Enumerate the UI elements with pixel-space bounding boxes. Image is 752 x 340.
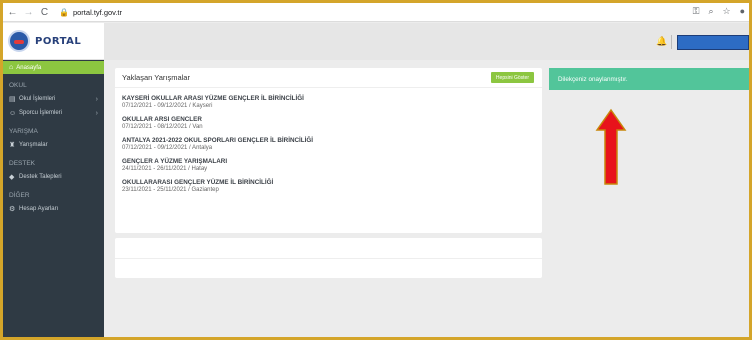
sidebar-item-hesap-ayarlari[interactable]: ⚙ Hesap Ayarları [3,202,104,216]
screenshot-frame: ← → C 🔒 portal.tyf.gov.tr ⚿ ⌕ ☆ ● PORTAL… [3,3,749,337]
settings-icon: ⚙ [9,205,16,213]
secondary-card [115,238,542,278]
competition-name[interactable]: ANTALYA 2021-2022 OKUL SPORLARI GENÇLER … [122,137,542,145]
upcoming-competitions-card: Yaklaşan Yarışmalar Hepsini Göster KAYSE… [115,68,542,233]
competition-name[interactable]: GENÇLER A YÜZME YARIŞMALARI [122,158,542,166]
competition-details: 07/12/2021 - 08/12/2021 / Van [122,124,203,130]
list-item[interactable]: ANTALYA 2021-2022 OKUL SPORLARI GENÇLER … [122,137,542,153]
competition-details: 07/12/2021 - 09/12/2021 / Kayseri [122,103,213,109]
competition-name[interactable]: OKULLAR ARSI GENCLER [122,116,542,124]
sidebar-item-label: Yarışmalar [19,142,48,148]
list-item[interactable]: KAYSERİ OKULLAR ARASI YÜZME GENÇLER İL B… [122,95,542,111]
support-icon: ◆ [9,173,15,181]
arrow-right-icon[interactable]: → [22,6,35,19]
sidebar-section-okul: OKUL [9,82,27,89]
browser-toolbar: ← → C 🔒 portal.tyf.gov.tr ⚿ ⌕ ☆ ● [3,3,749,22]
user-icon: ☺ [9,109,17,117]
header-divider [671,35,672,49]
list-item[interactable]: OKULLAR ARSI GENCLER 07/12/2021 - 08/12/… [122,116,542,132]
lock-icon: 🔒 [59,7,69,17]
browser-actions: ⚿ ⌕ ☆ ● [693,6,745,17]
top-header: 🔔 [104,23,749,60]
logo-emblem-icon [8,30,30,52]
trophy-icon: ♜ [9,141,16,149]
sidebar-item-label: Destek Talepleri [19,174,62,180]
bell-icon[interactable]: 🔔 [656,36,667,47]
annotation-arrow-icon [595,108,627,185]
sidebar-section-diger: DİĞER [9,192,30,199]
competition-name[interactable]: KAYSERİ OKULLAR ARASI YÜZME GENÇLER İL B… [122,95,542,103]
zoom-icon[interactable]: ⌕ [708,6,713,17]
sidebar-item-label: Anasayfa [16,64,42,71]
reload-icon[interactable]: C [38,6,51,19]
list-item[interactable]: OKULLARARASI GENÇLER YÜZME İL BİRİNCİLİĞ… [122,179,542,195]
home-icon: ⌂ [9,64,14,71]
competition-name[interactable]: OKULLARARASI GENÇLER YÜZME İL BİRİNCİLİĞ… [122,179,542,187]
key-icon[interactable]: ⚿ [693,6,700,17]
sidebar-item-label: Sporcu İşlemleri [19,110,63,116]
sidebar-item-yarismalar[interactable]: ♜ Yarışmalar [3,138,104,152]
competition-details: 07/12/2021 - 09/12/2021 / Antalya [122,145,213,151]
logo-text: PORTAL [35,35,82,47]
main-content: Yaklaşan Yarışmalar Hepsini Göster KAYSE… [104,60,749,337]
document-icon: ▤ [9,95,16,103]
success-alert: Dilekçeniz onaylanmıştır. [549,68,749,90]
sidebar-item-destek-talepleri[interactable]: ◆ Destek Talepleri [3,170,104,184]
sidebar-item-label: Okul İşlemleri [19,96,56,102]
list-item[interactable]: GENÇLER A YÜZME YARIŞMALARI 24/11/2021 -… [122,158,542,174]
user-menu-redacted[interactable] [677,35,749,50]
star-icon[interactable]: ☆ [722,6,730,17]
competition-list: KAYSERİ OKULLAR ARASI YÜZME GENÇLER İL B… [115,88,542,195]
card-title: Yaklaşan Yarışmalar [115,68,542,88]
chevron-right-icon: › [95,95,98,103]
competition-details: 24/11/2021 - 26/11/2021 / Hatay [122,166,208,172]
show-all-button[interactable]: Hepsini Göster [490,72,534,83]
profile-icon[interactable]: ● [740,6,745,17]
competition-details: 23/11/2021 - 25/11/2021 / Gaziantep [122,187,219,193]
chevron-right-icon: › [95,109,98,117]
sidebar-section-destek: DESTEK [9,160,36,167]
sidebar: PORTAL ⌂ Anasayfa OKUL ▤ Okul İşlemleri … [3,23,104,337]
sidebar-item-anasayfa[interactable]: ⌂ Anasayfa [3,61,104,74]
sidebar-section-yarisma: YARIŞMA [9,128,38,135]
sidebar-item-sporcu-islemleri[interactable]: ☺ Sporcu İşlemleri › [3,106,104,120]
sidebar-item-label: Hesap Ayarları [19,206,59,212]
card-divider [115,258,542,259]
sidebar-item-okul-islemleri[interactable]: ▤ Okul İşlemleri › [3,92,104,106]
address-bar[interactable]: portal.tyf.gov.tr [73,8,122,17]
logo[interactable]: PORTAL [3,23,104,60]
arrow-left-icon[interactable]: ← [6,6,19,19]
